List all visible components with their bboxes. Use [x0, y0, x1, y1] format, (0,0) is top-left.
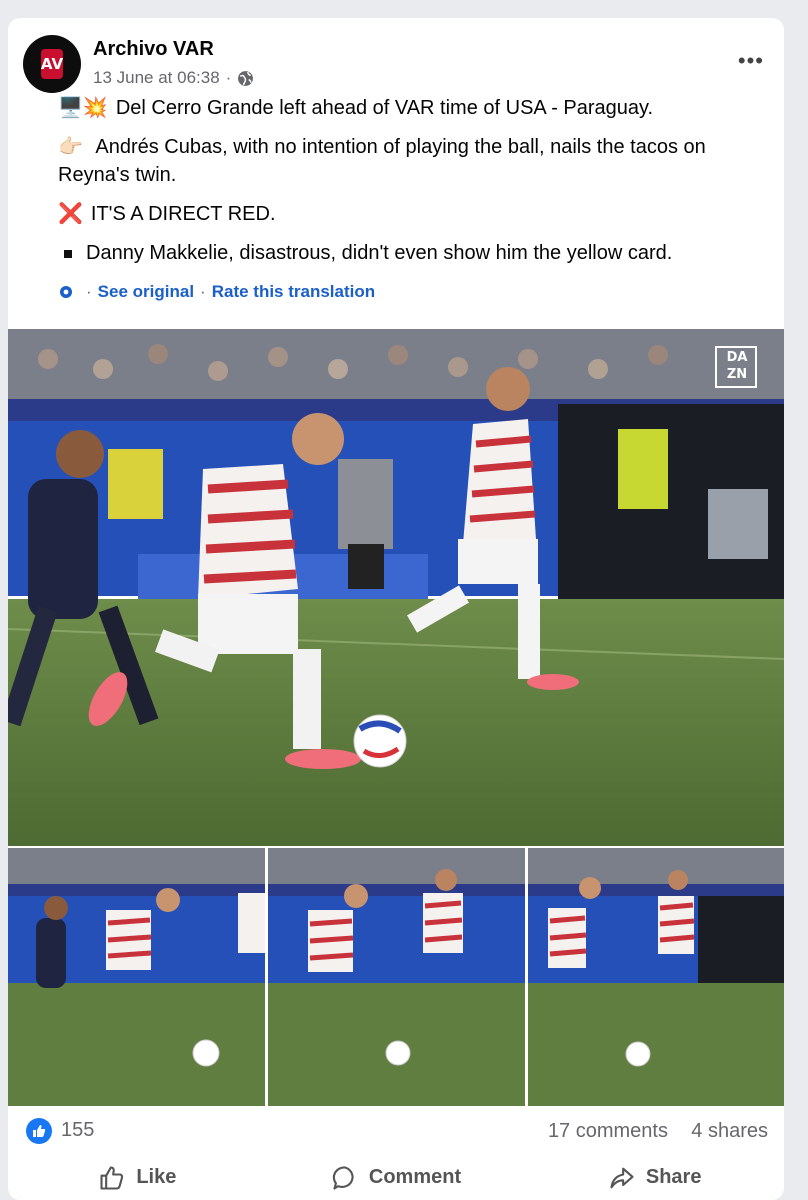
- post-line-text: IT'S A DIRECT RED.: [90, 203, 276, 225]
- globe-icon: [238, 70, 254, 86]
- photo-grid: [8, 848, 784, 1106]
- gear-icon: [60, 286, 72, 298]
- post-line: 🖥️💥 Del Cerro Grande left ahead of VAR t…: [58, 94, 758, 122]
- share-count[interactable]: 4 shares: [691, 1120, 768, 1143]
- post-line: ❌ IT'S A DIRECT RED.: [58, 200, 758, 228]
- cross-mark-emoji: ❌: [58, 203, 83, 225]
- translation-bar: · See original · Rate this translation: [58, 282, 375, 302]
- comment-button[interactable]: Comment: [267, 1155, 526, 1200]
- comment-label: Comment: [368, 1166, 462, 1188]
- main-photo[interactable]: DA ZN: [8, 329, 784, 846]
- post-line-text: Del Cerro Grande left ahead of VAR time …: [115, 97, 654, 119]
- post-header: AV Archivo VAR 13 June at 06:38 · •••: [8, 18, 784, 100]
- football-scene-illustration: [8, 329, 784, 846]
- monitor-explosion-emoji: 🖥️💥: [58, 97, 108, 119]
- thumbnail-1[interactable]: [8, 848, 265, 1106]
- like-button[interactable]: Like: [8, 1155, 267, 1200]
- comment-count[interactable]: 17 comments: [548, 1120, 668, 1143]
- post-card: AV Archivo VAR 13 June at 06:38 · ••• 🖥️…: [8, 18, 784, 1200]
- post-line-text: Danny Makkelie, disastrous, didn't even …: [86, 242, 673, 264]
- share-button[interactable]: Share: [525, 1155, 784, 1200]
- post-meta: 13 June at 06:38 ·: [93, 68, 254, 88]
- post-timestamp[interactable]: 13 June at 06:38: [93, 68, 220, 88]
- thumbnail-illustration: [8, 848, 265, 1106]
- post-text: 🖥️💥 Del Cerro Grande left ahead of VAR t…: [58, 94, 758, 278]
- avatar-logo: AV: [41, 49, 63, 79]
- reaction-stats: 155 17 comments 4 shares: [8, 1106, 784, 1154]
- post-line: Danny Makkelie, disastrous, didn't even …: [58, 239, 758, 267]
- share-label: Share: [645, 1166, 702, 1188]
- thumbnail-illustration: [528, 848, 784, 1106]
- dot-separator: ·: [200, 282, 206, 301]
- thumbnail-illustration: [268, 848, 525, 1106]
- page-name[interactable]: Archivo VAR: [93, 38, 214, 61]
- action-bar: Like Comment Share: [8, 1155, 784, 1200]
- thumbs-up-icon: [100, 1165, 124, 1190]
- post-line: 👉🏻 Andrés Cubas, with no intention of pl…: [58, 133, 758, 189]
- bullet-icon: [64, 250, 72, 258]
- thumbs-up-icon: [33, 1125, 46, 1137]
- rate-translation-link[interactable]: Rate this translation: [212, 282, 375, 302]
- see-original-link[interactable]: See original: [98, 282, 194, 302]
- speech-bubble-icon: [332, 1165, 354, 1190]
- post-line-text: Andrés Cubas, with no intention of playi…: [58, 136, 706, 186]
- like-reaction-icon[interactable]: [26, 1118, 52, 1144]
- page-avatar[interactable]: AV: [23, 35, 81, 93]
- meta-separator: ·: [225, 68, 232, 87]
- share-arrow-icon: [610, 1167, 634, 1188]
- more-options-icon[interactable]: •••: [738, 48, 764, 74]
- dot-separator: ·: [86, 282, 92, 301]
- like-label: Like: [136, 1166, 177, 1188]
- dazn-watermark: DA ZN: [726, 350, 748, 382]
- like-count[interactable]: 155: [61, 1119, 94, 1142]
- pointing-hand-emoji: 👉🏻: [58, 136, 83, 158]
- thumbnail-3[interactable]: [528, 848, 784, 1106]
- thumbnail-2[interactable]: [268, 848, 525, 1106]
